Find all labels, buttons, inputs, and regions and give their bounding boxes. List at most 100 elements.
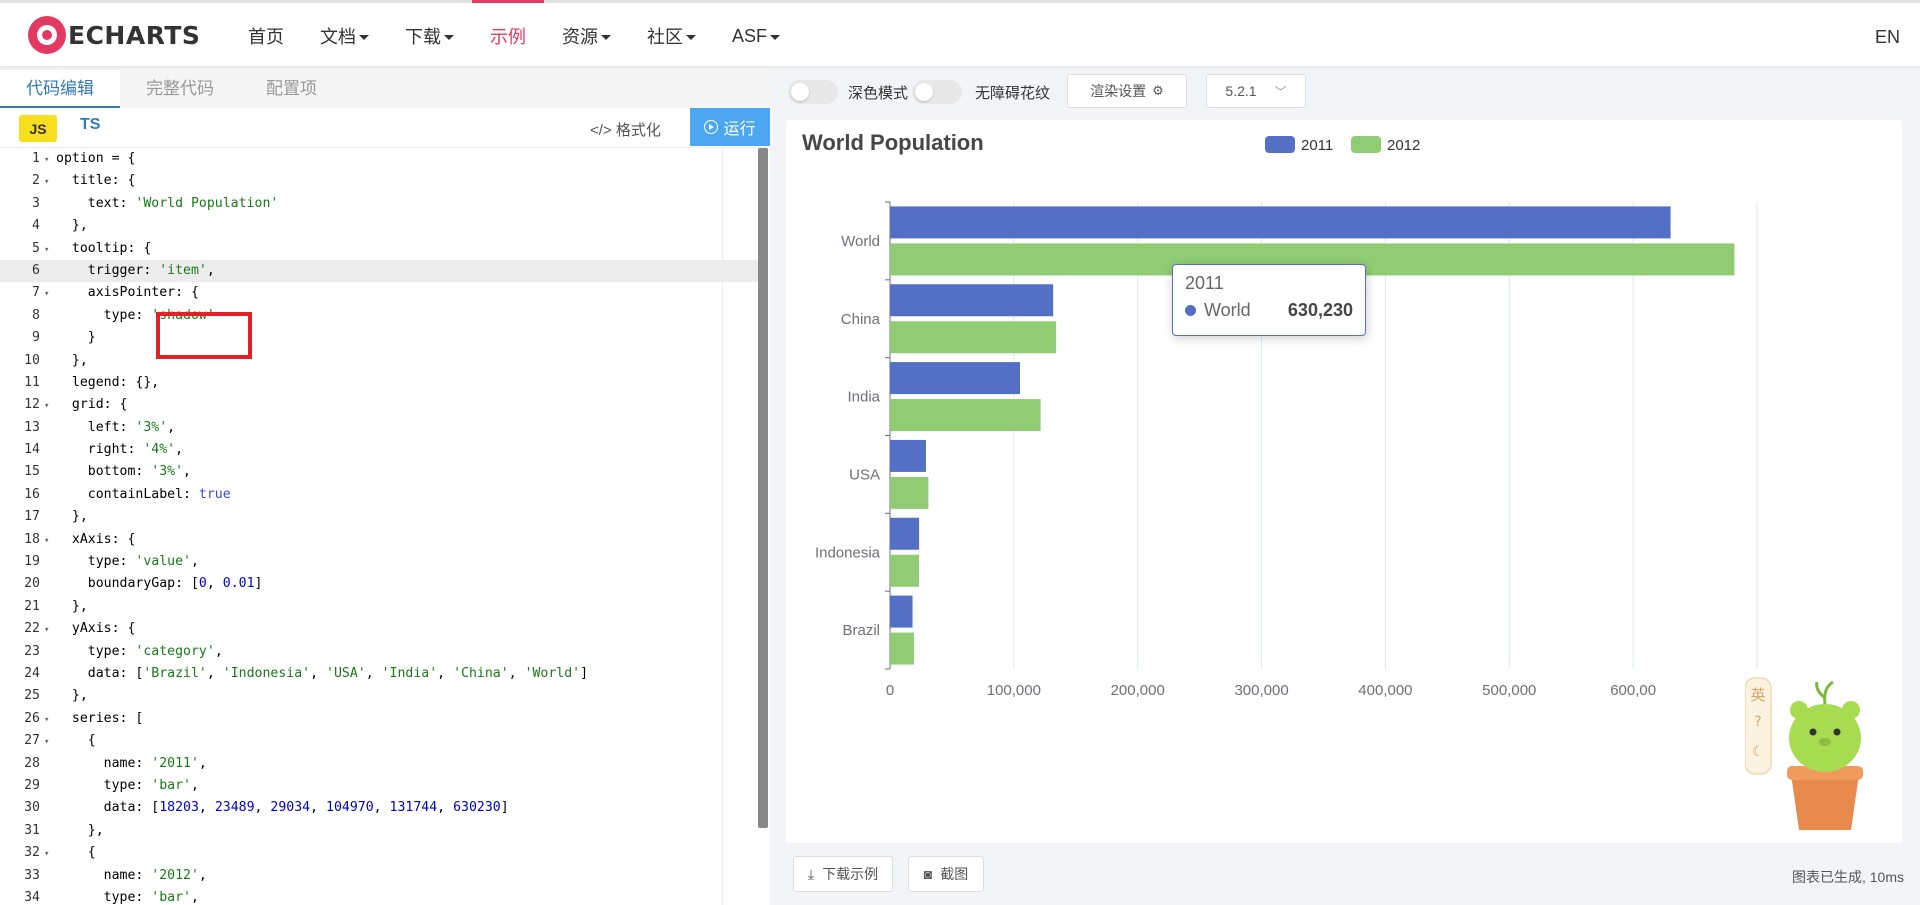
code-line[interactable]: 5 ▾ tooltip: { [0, 238, 760, 260]
code-line[interactable]: 12 ▾ grid: { [0, 394, 760, 416]
bar-2011-usa [890, 439, 926, 472]
code-text: name: '2012', [56, 867, 207, 883]
nav-item-0[interactable]: 首页 [230, 3, 302, 69]
y-category-label: Indonesia [815, 544, 881, 561]
fold-caret-icon[interactable]: ▾ [44, 843, 56, 865]
download-example-button[interactable]: ⤓ 下载示例 [793, 856, 893, 892]
fold-caret-icon[interactable]: ▾ [44, 530, 56, 552]
render-settings-button[interactable]: 渲染设置 ⚙ [1067, 74, 1187, 108]
line-number: 19 [24, 554, 40, 570]
code-line[interactable]: 24 data: ['Brazil', 'Indonesia', 'USA', … [0, 663, 760, 685]
code-text: data: ['Brazil', 'Indonesia', 'USA', 'In… [56, 665, 589, 681]
code-line[interactable]: 8 type: 'shadow' [0, 305, 760, 327]
code-line[interactable]: 14 right: '4%', [0, 439, 760, 461]
nav-item-label: 下载 [405, 27, 441, 47]
line-number: 21 [24, 598, 40, 614]
code-line[interactable]: 28 name: '2011', [0, 753, 760, 775]
language-switch[interactable]: EN [1875, 27, 1900, 48]
nav-item-2[interactable]: 下载 [387, 3, 472, 69]
code-line[interactable]: 2 ▾ title: { [0, 170, 760, 192]
line-number: 14 [24, 442, 40, 458]
editor-scrollbar[interactable] [758, 148, 768, 828]
format-label: 格式化 [615, 122, 661, 139]
fold-caret-icon[interactable]: ▾ [44, 619, 56, 641]
nav-item-6[interactable]: ASF [714, 3, 798, 69]
code-line[interactable]: 21 }, [0, 596, 760, 618]
print-margin [722, 148, 723, 905]
editor-tab-0[interactable]: 代码编辑 [0, 70, 120, 108]
run-button[interactable]: 运行 [690, 108, 770, 146]
code-line[interactable]: 1 ▾ option = { [0, 148, 760, 170]
code-line[interactable]: 29 type: 'bar', [0, 775, 760, 797]
mascot-plant-icon[interactable]: 英 ? ☾ [1745, 666, 1875, 836]
js-button[interactable]: JS [19, 115, 57, 142]
chart-canvas[interactable]: World Population 2011 2012 0 100,000 200,000 3… [786, 120, 1902, 843]
line-number: 17 [24, 509, 40, 525]
code-line[interactable]: 27 ▾ { [0, 730, 760, 752]
fold-caret-icon[interactable]: ▾ [44, 283, 56, 305]
editor-tab-1[interactable]: 完整代码 [120, 70, 240, 108]
echarts-logo[interactable]: ECHARTS [28, 16, 200, 54]
code-line[interactable]: 17 }, [0, 506, 760, 528]
fold-caret-icon[interactable]: ▾ [44, 709, 56, 731]
code-line[interactable]: 9 } [0, 327, 760, 349]
code-line[interactable]: 25 }, [0, 685, 760, 707]
nav-item-3[interactable]: 示例 [472, 0, 544, 69]
line-number: 33 [24, 867, 40, 883]
code-line[interactable]: 7 ▾ axisPointer: { [0, 282, 760, 304]
line-number: 30 [24, 800, 40, 816]
code-line[interactable]: 11 legend: {}, [0, 372, 760, 394]
echarts-logo-icon [28, 16, 66, 54]
chart-container[interactable]: World Population 2011 2012 0 100,000 200,000 3… [786, 120, 1902, 843]
code-line[interactable]: 10 }, [0, 350, 760, 372]
code-line[interactable]: 19 type: 'value', [0, 551, 760, 573]
code-icon: </> [590, 122, 612, 139]
chevron-down-icon: ﹀ [1274, 84, 1287, 99]
format-button[interactable]: </> 格式化 [590, 119, 661, 140]
fold-caret-icon[interactable]: ▾ [44, 171, 56, 193]
code-line[interactable]: 33 name: '2012', [0, 865, 760, 887]
code-line[interactable]: 4 }, [0, 215, 760, 237]
line-number: 26 [24, 710, 40, 726]
code-line[interactable]: 34 type: 'bar', [0, 887, 760, 905]
ts-button[interactable]: TS [80, 116, 100, 134]
bar-2012-india [890, 399, 1041, 432]
editor-tab-2[interactable]: 配置项 [240, 70, 343, 108]
fold-caret-icon[interactable]: ▾ [44, 395, 56, 417]
dark-mode-toggle[interactable] [788, 80, 838, 104]
line-number: 22 [24, 621, 40, 637]
main-nav: 首页 文档 下载 示例 资源 社区 ASF [230, 0, 798, 69]
aria-pattern-toggle[interactable] [912, 80, 962, 104]
line-number: 4 [32, 218, 40, 234]
line-number: 6 [32, 262, 40, 278]
y-category-label: China [841, 311, 881, 328]
code-line[interactable]: 32 ▾ { [0, 842, 760, 864]
code-line[interactable]: 31 }, [0, 820, 760, 842]
code-line[interactable]: 13 left: '3%', [0, 417, 760, 439]
x-tick-label: 600,00 [1610, 682, 1656, 699]
code-editor-panel: 代码编辑 完整代码 配置项 JS TS </> 格式化 运行 1 ▾ option = … [0, 70, 770, 905]
version-select[interactable]: 5.2.1 ﹀ [1206, 74, 1306, 108]
code-text: legend: {}, [56, 374, 160, 390]
nav-item-5[interactable]: 社区 [629, 3, 714, 69]
bar-2011-brazil [890, 595, 913, 628]
fold-caret-icon[interactable]: ▾ [44, 149, 56, 171]
code-line[interactable]: 16 containLabel: true [0, 484, 760, 506]
fold-caret-icon[interactable]: ▾ [44, 731, 56, 753]
code-area[interactable]: 1 ▾ option = {2 ▾ title: {3 text: 'World Po… [0, 148, 760, 905]
code-line[interactable]: 23 type: 'category', [0, 641, 760, 663]
fold-caret-icon[interactable]: ▾ [44, 239, 56, 261]
code-line[interactable]: 3 text: 'World Population' [0, 193, 760, 215]
code-line[interactable]: 18 ▾ xAxis: { [0, 529, 760, 551]
aria-pattern-label: 无障碍花纹 [975, 85, 1051, 102]
code-line[interactable]: 20 boundaryGap: [0, 0.01] [0, 573, 760, 595]
caret-down-icon [444, 35, 454, 40]
nav-item-1[interactable]: 文档 [302, 3, 387, 69]
code-line[interactable]: 30 data: [18203, 23489, 29034, 104970, 1… [0, 797, 760, 819]
code-line[interactable]: 6 trigger: 'item', [0, 259, 760, 283]
code-line[interactable]: 22 ▾ yAxis: { [0, 618, 760, 640]
code-line[interactable]: 26 ▾ series: [ [0, 708, 760, 730]
screenshot-button[interactable]: ◙ 截图 [908, 856, 984, 892]
code-line[interactable]: 15 bottom: '3%', [0, 461, 760, 483]
nav-item-4[interactable]: 资源 [544, 3, 629, 69]
